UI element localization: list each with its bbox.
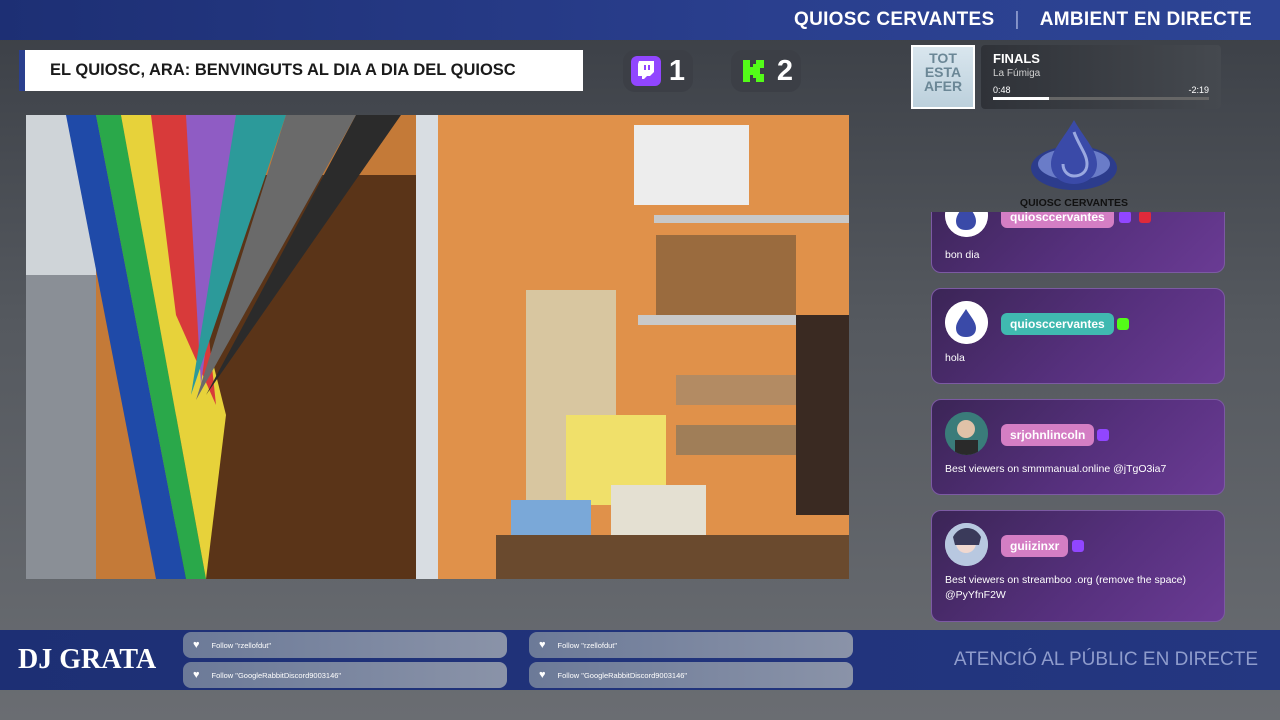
follow-alert: ♥ Follow "rzellofdut" <box>183 632 507 658</box>
public-attention-text: ATENCIÓ AL PÚBLIC EN DIRECTE <box>953 649 1258 670</box>
twitch-badge-icon <box>1097 429 1109 441</box>
chat-panel: quiosccervantes bon dia quiosccervantes … <box>931 212 1225 624</box>
chat-username: quiosccervantes <box>1001 313 1114 335</box>
elapsed-time: 0:48 <box>993 85 1011 95</box>
album-art: TOT ESTA AFER <box>911 45 975 109</box>
avatar <box>945 412 988 455</box>
remaining-time: -2:19 <box>1188 85 1209 95</box>
bottom-bar: DJ GRATA ♥ Follow "rzellofdut" ♥ Follow … <box>0 630 1280 690</box>
chat-text: Best viewers on streamboo .org (remove t… <box>945 574 1187 601</box>
now-playing-widget: FINALS La Fúmiga 0:48 -2:19 <box>981 45 1221 109</box>
chat-username: quiosccervantes <box>1001 212 1114 228</box>
song-progress-bar <box>993 97 1209 100</box>
heart-icon: ♥ <box>539 639 546 651</box>
chat-text: Best viewers on smmmanual.online @jTgO3i… <box>945 463 1167 475</box>
avatar <box>945 212 988 237</box>
follow-text: Follow "GoogleRabbitDiscord9003146" <box>557 670 688 680</box>
follow-text: Follow "rzellofdut" <box>211 640 272 650</box>
drop-logo-icon <box>1031 120 1117 190</box>
dj-name: DJ GRATA <box>18 644 157 675</box>
kick-viewer-count: 2 <box>776 54 794 87</box>
album-art-text: TOT ESTA AFER <box>923 50 963 94</box>
kick-viewer-counter: 2 <box>731 50 801 92</box>
stream-title-box: EL QUIOSC, ARA: BENVINGUTS AL DIA A DIA … <box>19 50 583 91</box>
follow-text: Follow "rzellofdut" <box>557 640 618 650</box>
song-artist: La Fúmiga <box>993 68 1041 79</box>
webcam-video <box>26 115 849 579</box>
twitch-viewer-count: 1 <box>668 54 686 87</box>
kick-badge-icon <box>1117 318 1129 330</box>
follow-alert: ♥ Follow "GoogleRabbitDiscord9003146" <box>183 662 507 688</box>
chat-text: bon dia <box>945 249 980 261</box>
chat-username: srjohnlincoln <box>1001 424 1095 446</box>
stream-title: EL QUIOSC, ARA: BENVINGUTS AL DIA A DIA … <box>50 61 516 79</box>
chat-message: guiizinxr Best viewers on streamboo .org… <box>931 510 1225 622</box>
chat-message: quiosccervantes bon dia <box>931 212 1225 273</box>
broadcaster-badge-icon <box>1139 212 1151 223</box>
heart-icon: ♥ <box>193 639 200 651</box>
follow-text: Follow "GoogleRabbitDiscord9003146" <box>211 670 342 680</box>
twitch-viewer-counter: 1 <box>623 50 693 92</box>
follow-alert: ♥ Follow "GoogleRabbitDiscord9003146" <box>529 662 853 688</box>
avatar <box>945 301 988 344</box>
top-bar: QUIOSC CERVANTES | AMBIENT EN DIRECTE <box>0 0 1280 40</box>
song-title: FINALS <box>993 51 1040 66</box>
chat-message: srjohnlincoln Best viewers on smmmanual.… <box>931 399 1225 495</box>
kick-icon <box>739 56 769 86</box>
chat-text: hola <box>945 352 965 364</box>
brand-title: QUIOSC CERVANTES <box>793 9 995 30</box>
stream-subtitle: AMBIENT EN DIRECTE <box>1039 9 1252 30</box>
twitch-badge-icon <box>1072 540 1084 552</box>
separator: | <box>1014 9 1020 30</box>
avatar <box>945 523 988 566</box>
twitch-badge-icon <box>1119 212 1131 223</box>
song-progress-fill <box>993 97 1050 100</box>
logo-text: QUIOSC CERVANTES <box>1019 197 1129 209</box>
heart-icon: ♥ <box>193 669 200 681</box>
twitch-icon <box>630 56 661 86</box>
follow-alert: ♥ Follow "rzellofdut" <box>529 632 853 658</box>
chat-username: guiizinxr <box>1001 535 1069 557</box>
chat-message: quiosccervantes hola <box>931 288 1225 384</box>
channel-logo: QUIOSC CERVANTES <box>1010 118 1138 209</box>
heart-icon: ♥ <box>539 669 546 681</box>
